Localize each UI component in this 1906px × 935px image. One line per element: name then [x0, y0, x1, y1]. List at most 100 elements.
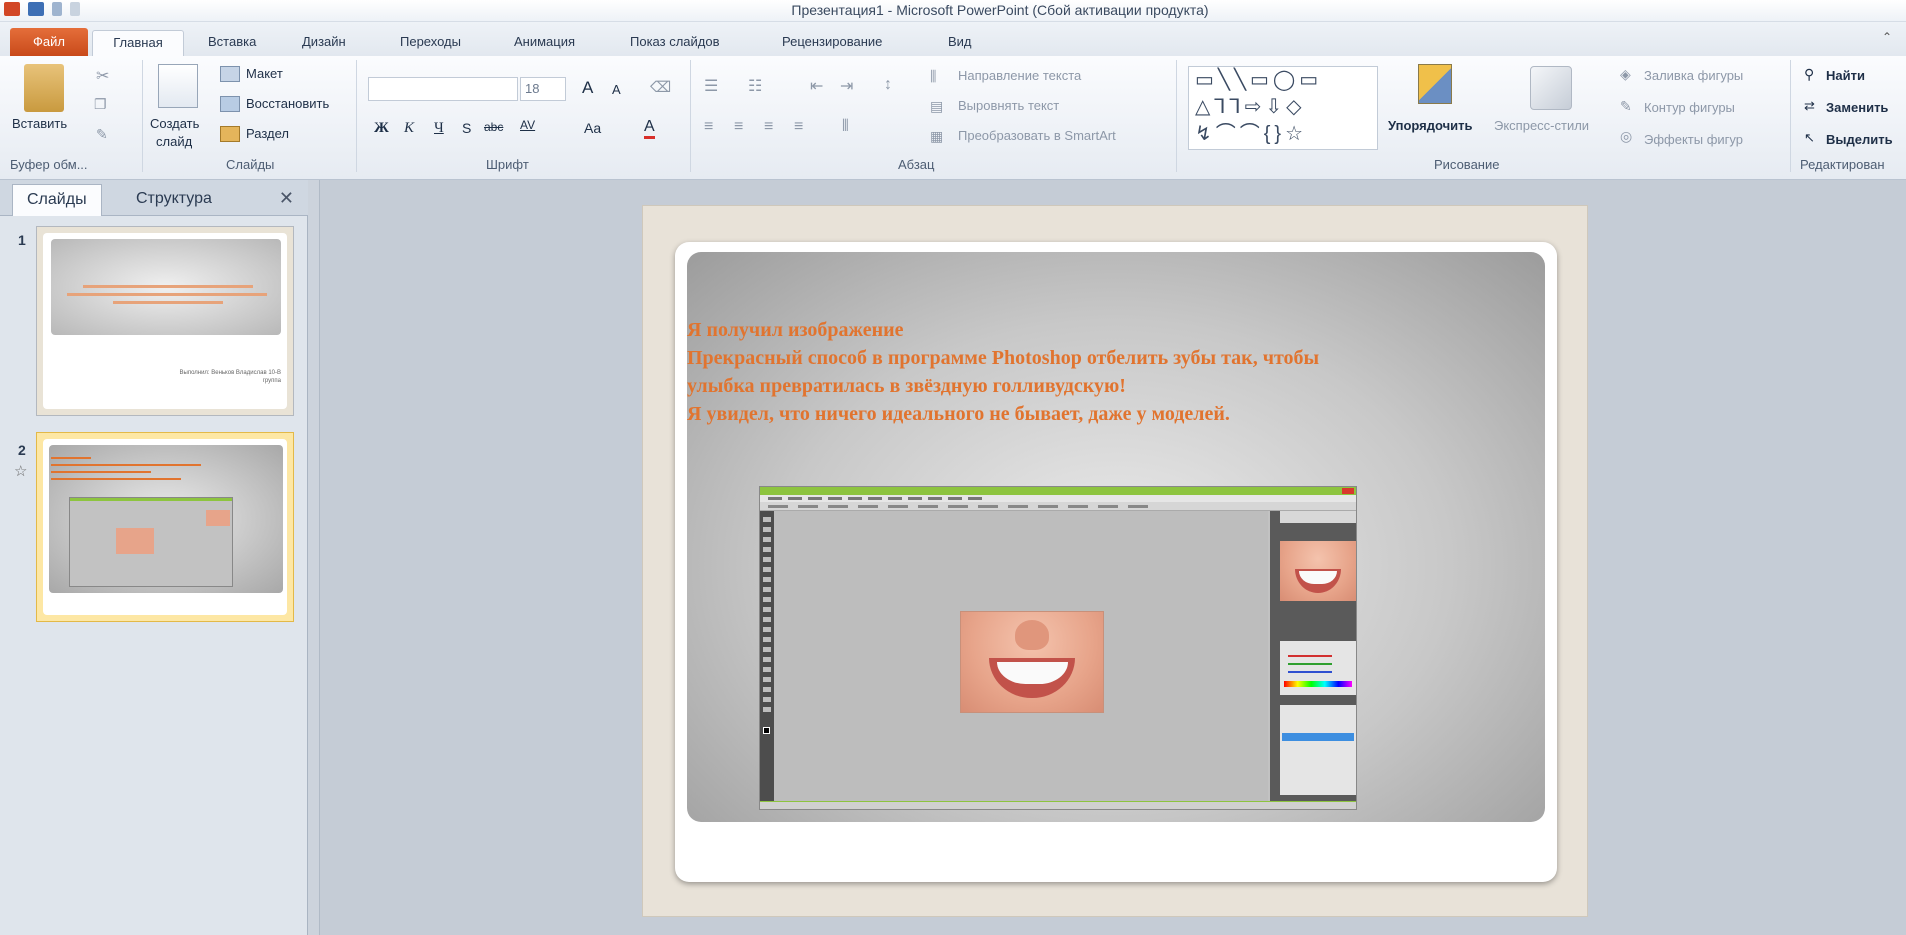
slide-thumbnail-2[interactable] — [36, 432, 294, 622]
ps-status-bar — [760, 801, 1356, 809]
ps-close-icon — [1342, 488, 1354, 494]
justify-icon[interactable]: ≡ — [794, 118, 803, 136]
photoshop-screenshot-image[interactable] — [759, 486, 1357, 810]
ps-menu-items — [768, 497, 988, 500]
layout-icon — [220, 66, 240, 82]
minimize-ribbon-icon[interactable]: ⌃ — [1882, 30, 1892, 44]
tab-slides[interactable]: Слайды — [12, 184, 102, 216]
slide-thumbnail-1[interactable]: Выполнил: Веньков Владислав 10-В группа — [36, 226, 294, 416]
slide-text-line: Я получил изображение — [687, 319, 904, 341]
undo-icon[interactable] — [52, 2, 62, 16]
thumbnail-text-line — [51, 457, 91, 459]
shadow-button[interactable]: S — [462, 120, 471, 136]
line-spacing-icon[interactable]: ↕ — [884, 76, 892, 94]
slide-number: 2 — [18, 442, 26, 458]
shape-effects-button[interactable]: Эффекты фигур — [1644, 132, 1743, 147]
font-color-button[interactable]: A — [644, 118, 655, 139]
group-label-editing: Редактирован — [1800, 157, 1885, 172]
reset-button[interactable]: Восстановить — [246, 96, 329, 111]
strikethrough-button[interactable]: abc — [484, 120, 503, 134]
tab-insert[interactable]: Вставка — [202, 30, 262, 56]
font-size-select[interactable]: 18 — [520, 77, 566, 101]
ribbon-tabs: Файл Главная Вставка Дизайн Переходы Ани… — [0, 22, 1906, 56]
slide-text-box[interactable]: Я получил изображение Прекрасный способ … — [687, 316, 1487, 428]
pane-splitter[interactable] — [308, 180, 320, 935]
paste-button[interactable]: Вставить — [12, 116, 67, 131]
bold-button[interactable]: Ж — [374, 120, 389, 137]
ps-tool-icons — [763, 517, 771, 717]
align-right-icon[interactable]: ≡ — [764, 118, 773, 136]
layout-button[interactable]: Макет — [246, 66, 283, 81]
tab-review[interactable]: Рецензирование — [776, 30, 888, 56]
group-divider — [142, 60, 143, 172]
tab-slideshow[interactable]: Показ слайдов — [624, 30, 726, 56]
tab-home[interactable]: Главная — [92, 30, 184, 56]
align-text-button[interactable]: Выровнять текст — [958, 98, 1059, 113]
tab-outline[interactable]: Структура — [122, 184, 226, 216]
smartart-icon: ▦ — [930, 128, 944, 144]
ps-layers-panel — [1280, 705, 1356, 795]
redo-icon[interactable] — [70, 2, 80, 16]
shape-fill-button[interactable]: Заливка фигуры — [1644, 68, 1743, 83]
tab-design[interactable]: Дизайн — [296, 30, 352, 56]
format-painter-icon[interactable]: ✎ — [96, 126, 108, 143]
replace-icon: ⇄ — [1804, 98, 1815, 113]
tab-transitions[interactable]: Переходы — [394, 30, 467, 56]
quick-access-toolbar — [4, 2, 80, 16]
ps-panels — [1270, 511, 1356, 803]
columns-icon[interactable]: ⫴ — [842, 118, 849, 136]
group-divider — [1176, 60, 1177, 172]
shrink-font-icon[interactable]: A — [612, 82, 621, 97]
paste-icon[interactable] — [24, 64, 64, 112]
italic-button[interactable]: К — [404, 120, 414, 137]
select-cursor-icon: ↖ — [1804, 130, 1815, 145]
font-family-select[interactable] — [368, 77, 518, 101]
shapes-gallery[interactable]: ▭╲╲▭◯▭ △⅂⅂⇨⇩◇ ↯⌒⌒{}☆ — [1188, 66, 1378, 150]
slide-background: Я получил изображение Прекрасный способ … — [687, 252, 1545, 822]
char-spacing-button[interactable]: AV — [520, 118, 535, 132]
quick-styles-button[interactable]: Экспресс-стили — [1494, 118, 1589, 133]
tab-file[interactable]: Файл — [10, 28, 88, 56]
pane-tabs: Слайды Структура ✕ — [0, 180, 308, 216]
group-label-clipboard: Буфер обм... — [10, 157, 88, 172]
shape-outline-button[interactable]: Контур фигуры — [1644, 100, 1735, 115]
text-direction-button[interactable]: Направление текста — [958, 68, 1081, 83]
tab-view[interactable]: Вид — [942, 30, 978, 56]
new-slide-button-line2[interactable]: слайд — [156, 134, 192, 149]
smile-nose — [1014, 620, 1050, 650]
increase-indent-icon[interactable]: ⇥ — [840, 76, 853, 96]
thumbnail-text-line — [51, 464, 201, 466]
new-slide-icon[interactable] — [158, 64, 198, 108]
decrease-indent-icon[interactable]: ⇤ — [810, 76, 823, 96]
grow-font-icon[interactable]: A — [582, 78, 593, 98]
new-slide-button[interactable]: Создать — [150, 116, 199, 131]
section-button[interactable]: Раздел — [246, 126, 289, 141]
tab-animation[interactable]: Анимация — [508, 30, 581, 56]
change-case-button[interactable]: Aa — [584, 120, 601, 136]
find-button[interactable]: Найти — [1826, 68, 1865, 83]
arrange-button[interactable]: Упорядочить — [1388, 118, 1473, 133]
replace-button[interactable]: Заменить — [1826, 100, 1888, 115]
ps-color-swatch — [763, 727, 770, 734]
numbering-icon[interactable]: ☷ — [748, 76, 762, 96]
ps-menu-bar — [760, 495, 1356, 502]
select-button[interactable]: Выделить — [1826, 132, 1893, 147]
align-text-icon: ▤ — [930, 98, 944, 114]
title-bar: Презентация1 - Microsoft PowerPoint (Сбо… — [0, 0, 1906, 22]
close-pane-icon[interactable]: ✕ — [279, 188, 294, 209]
copy-icon[interactable]: ❐ — [94, 96, 107, 113]
cut-icon[interactable]: ✂ — [96, 66, 109, 86]
align-left-icon[interactable]: ≡ — [704, 118, 713, 136]
shape-outline-icon: ✎ — [1620, 98, 1632, 114]
ps-title-bar — [760, 487, 1356, 495]
group-label-drawing: Рисование — [1434, 157, 1500, 172]
align-center-icon[interactable]: ≡ — [734, 118, 743, 136]
convert-smartart-button[interactable]: Преобразовать в SmartArt — [958, 128, 1116, 143]
smile-photo — [960, 611, 1104, 713]
slide-number: 1 — [18, 232, 26, 248]
powerpoint-icon[interactable] — [4, 2, 20, 16]
underline-button[interactable]: Ч — [434, 120, 444, 137]
bullets-icon[interactable]: ☰ — [704, 76, 718, 96]
clear-format-icon[interactable]: ⌫ — [650, 78, 671, 96]
save-icon[interactable] — [28, 2, 44, 16]
